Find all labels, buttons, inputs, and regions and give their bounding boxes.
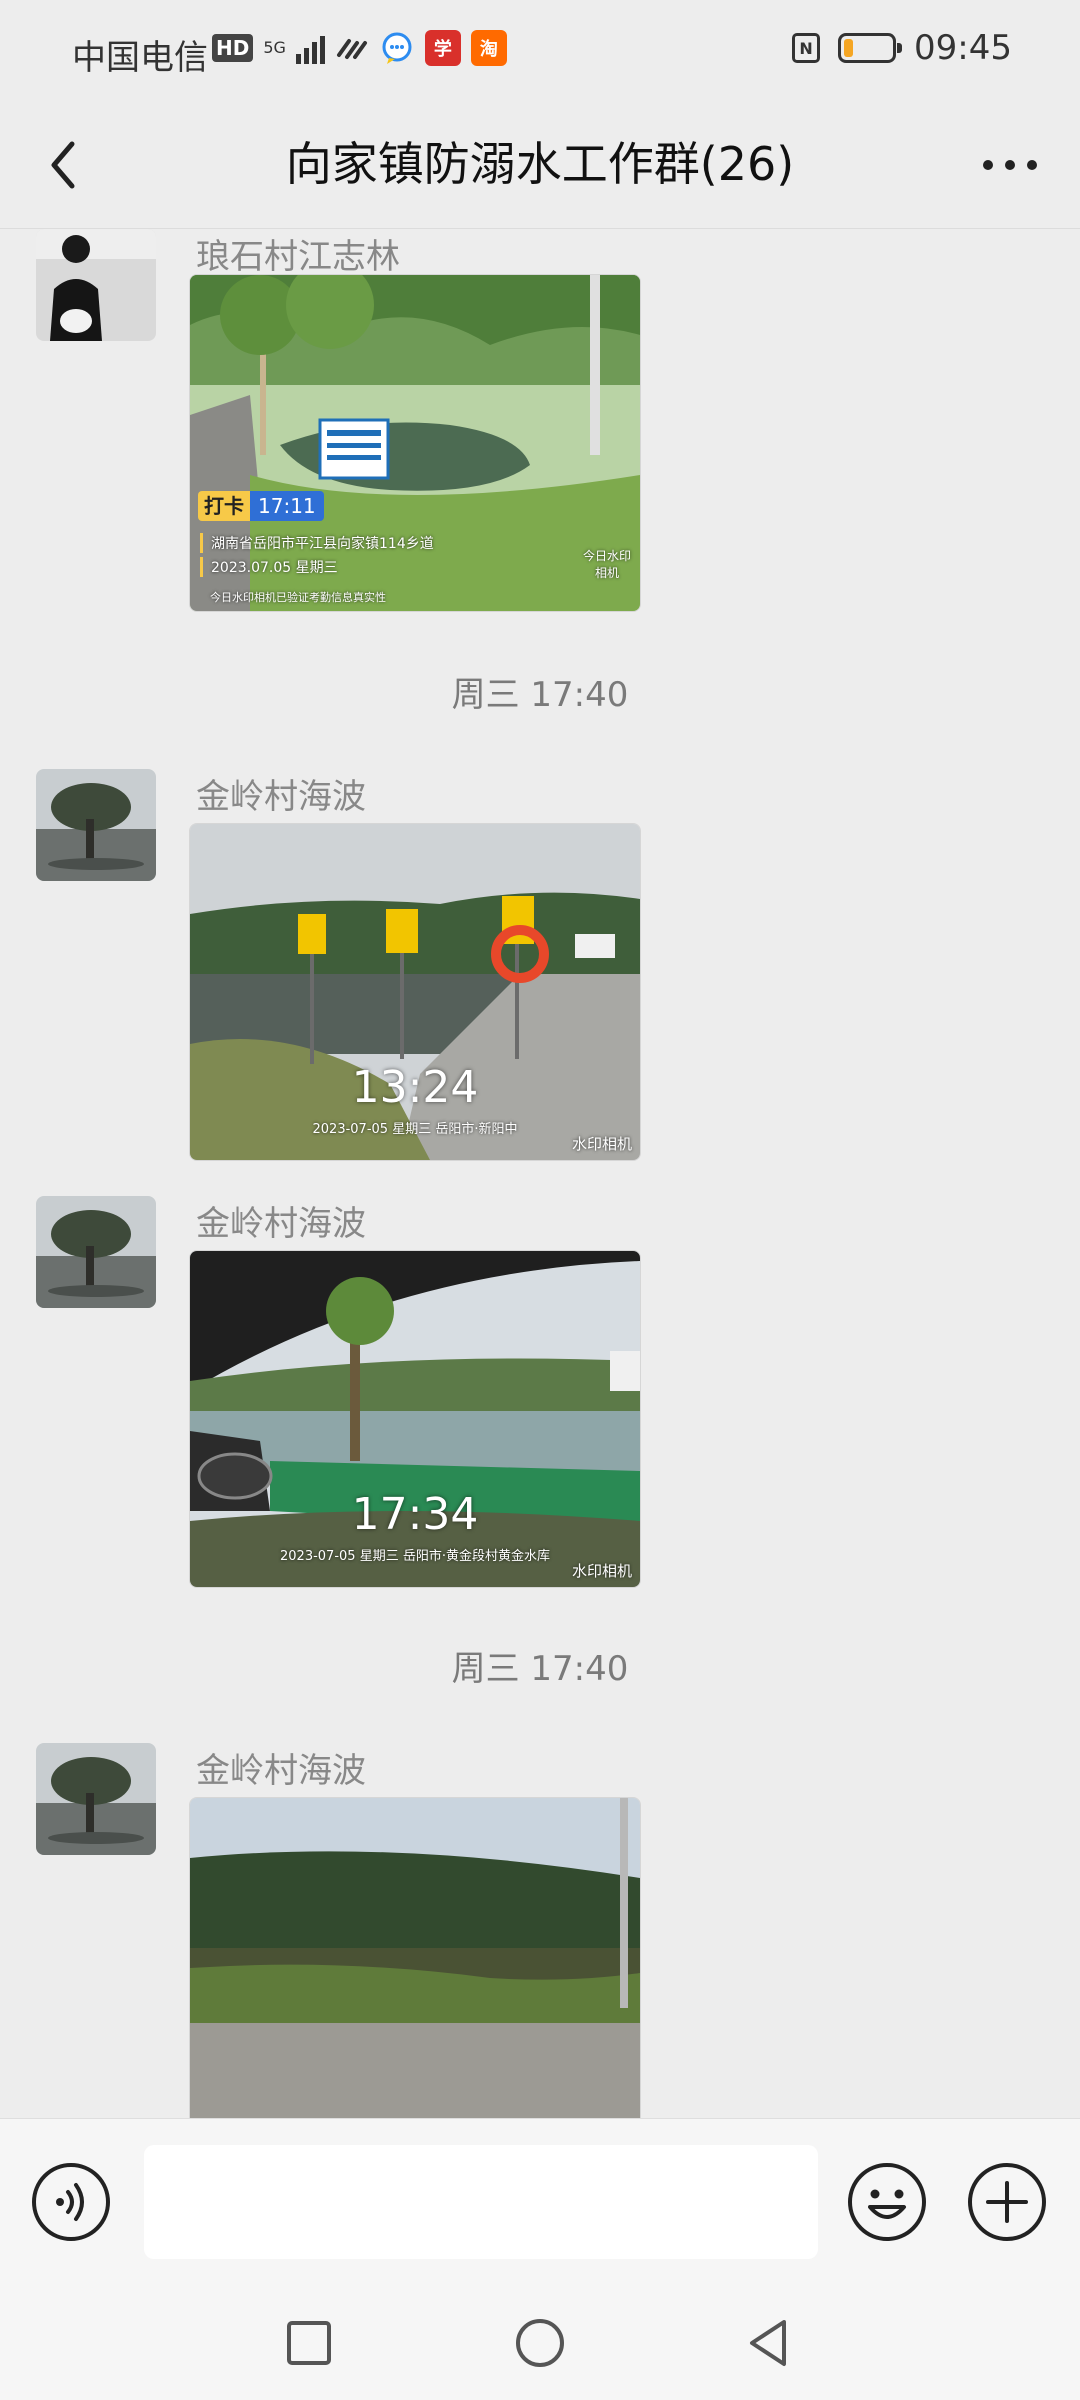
avatar[interactable] bbox=[36, 1196, 156, 1308]
status-right: N 09:45 bbox=[792, 28, 1012, 68]
system-nav-bar bbox=[0, 2284, 1080, 2400]
message-list[interactable]: 琅石村江志林 打卡 17:11 湖南省岳阳市平江县向家镇114乡道 2023.0… bbox=[0, 229, 1080, 2118]
status-bar: 中国电信 HD 5G 学 淘 N 09:45 bbox=[0, 0, 1080, 100]
time-separator: 周三 17:40 bbox=[0, 1641, 1080, 1690]
photo-message[interactable]: 17:34 2023-07-05 星期三 岳阳市·黄金段村黄金水库 水印相机 bbox=[189, 1250, 641, 1588]
check-in-tag: 打卡 bbox=[198, 491, 250, 521]
back-button[interactable] bbox=[34, 130, 104, 200]
recent-apps-button[interactable] bbox=[274, 2308, 344, 2378]
battery-icon bbox=[838, 33, 903, 63]
photo-date: 2023.07.05 星期三 bbox=[200, 557, 338, 577]
input-bar bbox=[0, 2118, 1080, 2285]
photo-time: 13:24 bbox=[351, 1062, 479, 1113]
link-icon bbox=[336, 39, 367, 59]
home-button[interactable] bbox=[505, 2308, 575, 2378]
chat-header: 向家镇防溺水工作群(26) bbox=[0, 100, 1080, 229]
plus-icon bbox=[968, 2163, 1046, 2241]
group-title: 向家镇防溺水工作群(26) bbox=[285, 137, 795, 191]
taobao-app-icon: 淘 bbox=[470, 30, 507, 66]
watermark-brand: 今日水印相机 bbox=[582, 549, 631, 580]
more-button[interactable] bbox=[970, 130, 1050, 200]
photo-message[interactable]: 打卡 17:11 湖南省岳阳市平江县向家镇114乡道 2023.07.05 星期… bbox=[189, 274, 641, 612]
photo-address: 湖南省岳阳市平江县向家镇114乡道 bbox=[200, 533, 434, 553]
time-separator-text: 周三 17:40 bbox=[451, 1649, 629, 1689]
battery-level bbox=[844, 39, 854, 57]
sender-name: 金岭村海波 bbox=[196, 1204, 366, 1244]
hd-icon: HD bbox=[212, 34, 254, 62]
sender-name: 金岭村海波 bbox=[196, 777, 366, 817]
watermark-brand: 水印相机 bbox=[571, 1562, 632, 1580]
watermark-brand: 水印相机 bbox=[571, 1135, 632, 1153]
avatar[interactable] bbox=[36, 1743, 156, 1855]
check-in-badge: 打卡 17:11 bbox=[198, 491, 324, 521]
chat-bubble-icon bbox=[382, 32, 412, 64]
voice-button[interactable] bbox=[30, 2161, 112, 2243]
triangle-back-icon bbox=[750, 2320, 786, 2366]
avatar[interactable] bbox=[36, 229, 156, 341]
voice-icon bbox=[32, 2163, 110, 2241]
sender-name: 琅石村江志林 bbox=[196, 237, 400, 277]
time-separator-text: 周三 17:40 bbox=[451, 675, 629, 715]
emoji-button[interactable] bbox=[846, 2161, 928, 2243]
check-in-time: 17:11 bbox=[250, 491, 324, 521]
nfc-icon: N bbox=[792, 33, 821, 63]
emoji-icon bbox=[848, 2163, 926, 2241]
sender-name: 金岭村海波 bbox=[196, 1751, 366, 1791]
circle-icon bbox=[516, 2319, 564, 2367]
square-icon bbox=[287, 2321, 331, 2365]
status-icons: HD 5G 学 淘 bbox=[212, 30, 507, 66]
network-type-icon: 5G bbox=[263, 38, 286, 57]
avatar[interactable] bbox=[36, 769, 156, 881]
study-app-icon: 学 bbox=[424, 30, 461, 66]
time-separator: 周三 17:40 bbox=[0, 667, 1080, 716]
plus-button[interactable] bbox=[966, 2161, 1048, 2243]
more-dot bbox=[1005, 160, 1015, 170]
photo-time: 17:34 bbox=[351, 1489, 479, 1540]
chevron-left-icon bbox=[51, 141, 75, 189]
carrier-label: 中国电信 bbox=[72, 38, 208, 78]
clock: 09:45 bbox=[914, 28, 1012, 68]
signal-icon bbox=[295, 32, 325, 64]
message-input[interactable] bbox=[144, 2145, 818, 2259]
nav-back-button[interactable] bbox=[734, 2308, 804, 2378]
photo-message[interactable] bbox=[189, 1797, 641, 2118]
photo-footer: 今日水印相机已验证考勤信息真实性 bbox=[210, 591, 386, 604]
photo-message[interactable]: 13:24 2023-07-05 星期三 岳阳市·新阳中 水印相机 bbox=[189, 823, 641, 1161]
more-dots-icon bbox=[983, 160, 993, 170]
more-dot bbox=[1027, 160, 1037, 170]
